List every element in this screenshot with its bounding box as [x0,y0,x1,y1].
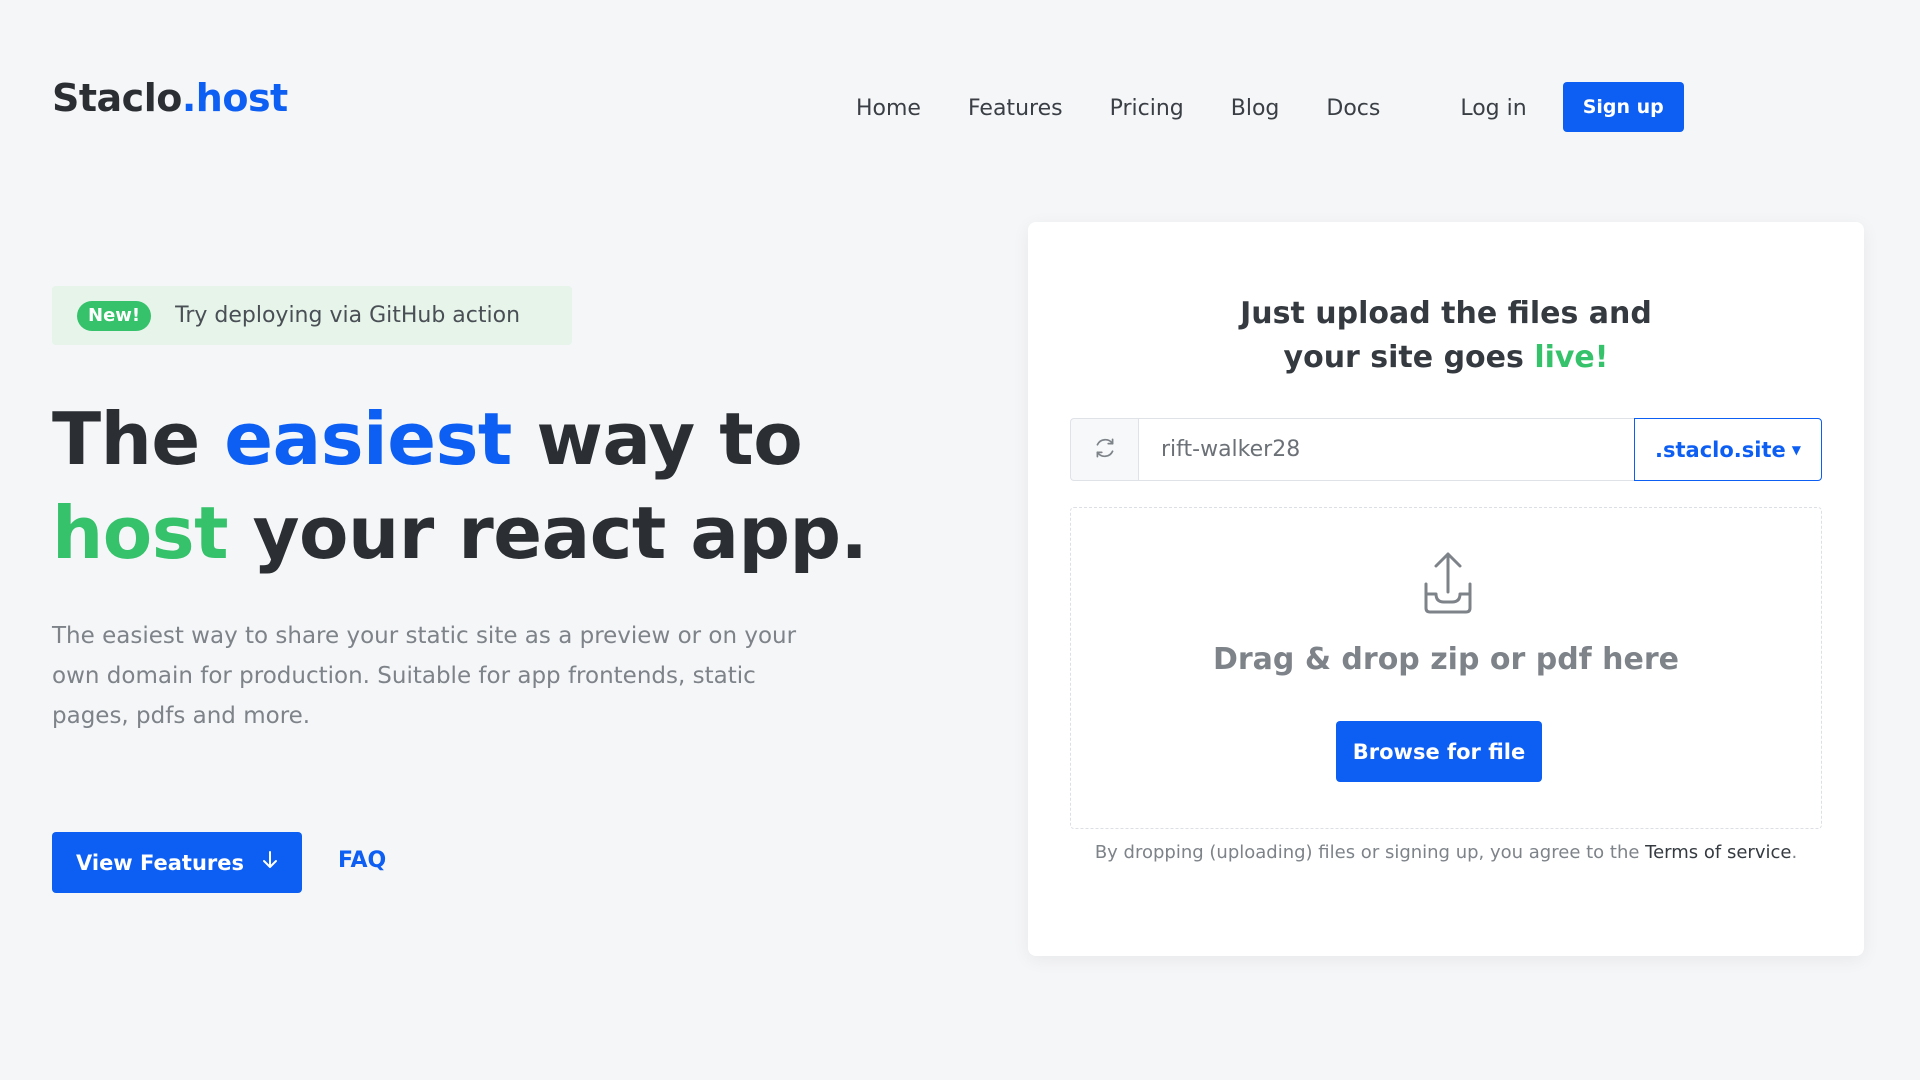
faq-link[interactable]: FAQ [338,848,386,873]
new-badge: New! [77,300,152,331]
hero-title-part: The [52,397,225,481]
terms-text: By dropping (uploading) files or signing… [1094,842,1646,863]
logo[interactable]: Staclo.host [52,76,288,120]
upload-icon [1416,550,1480,616]
hero-title-highlight-blue: easiest [224,397,512,481]
page: Staclo.host Home Features Pricing Blog D… [0,0,1920,1080]
caret-down-icon: ▼ [1791,442,1801,457]
card-title-live: live! [1534,340,1609,375]
nav-home[interactable]: Home [856,96,921,121]
domain-suffix-label: .staclo.site [1655,437,1786,462]
refresh-subdomain-button[interactable] [1070,418,1138,481]
announcement-text: Try deploying via GitHub action [175,303,521,328]
domain-input-group: .staclo.site ▼ [1070,418,1822,481]
refresh-icon [1092,435,1118,465]
domain-suffix-dropdown[interactable]: .staclo.site ▼ [1634,418,1822,481]
card-title-line1: Just upload the files and [1240,296,1652,331]
subdomain-input[interactable] [1138,418,1634,481]
file-dropzone[interactable]: Drag & drop zip or pdf here Browse for f… [1070,507,1822,829]
terms-of-service-link[interactable]: Terms of service [1645,842,1791,863]
hero-title-part: your react app. [228,491,868,575]
hero-title-part: way to [511,397,803,481]
upload-card: Just upload the files and your site goes… [1028,222,1864,956]
terms-end: . [1791,842,1798,863]
dropzone-text: Drag & drop zip or pdf here [1212,642,1680,677]
main-nav: Home Features Pricing Blog Docs Log in S… [856,82,1684,132]
terms-notice: By dropping (uploading) files or signing… [1028,842,1864,863]
card-title-line2: your site goes [1283,340,1535,375]
signup-button[interactable]: Sign up [1562,82,1684,132]
logo-main: Staclo [52,76,182,120]
nav-features[interactable]: Features [968,96,1063,121]
logo-accent: .host [181,76,288,120]
arrow-down-icon [262,850,278,876]
upload-card-title: Just upload the files and your site goes… [1028,292,1864,380]
browse-file-button[interactable]: Browse for file [1336,721,1542,782]
nav-docs[interactable]: Docs [1326,96,1380,121]
view-features-label: View Features [75,850,245,875]
hero-subtitle: The easiest way to share your static sit… [52,623,797,729]
nav-pricing[interactable]: Pricing [1110,96,1184,121]
hero-title-highlight-green: host [52,491,229,575]
announcement-banner[interactable]: New! Try deploying via GitHub action [52,286,572,345]
nav-blog[interactable]: Blog [1231,96,1280,121]
view-features-button[interactable]: View Features [52,832,302,893]
hero-title: The easiest way to host your react app. [52,392,868,580]
login-link[interactable]: Log in [1460,96,1526,121]
